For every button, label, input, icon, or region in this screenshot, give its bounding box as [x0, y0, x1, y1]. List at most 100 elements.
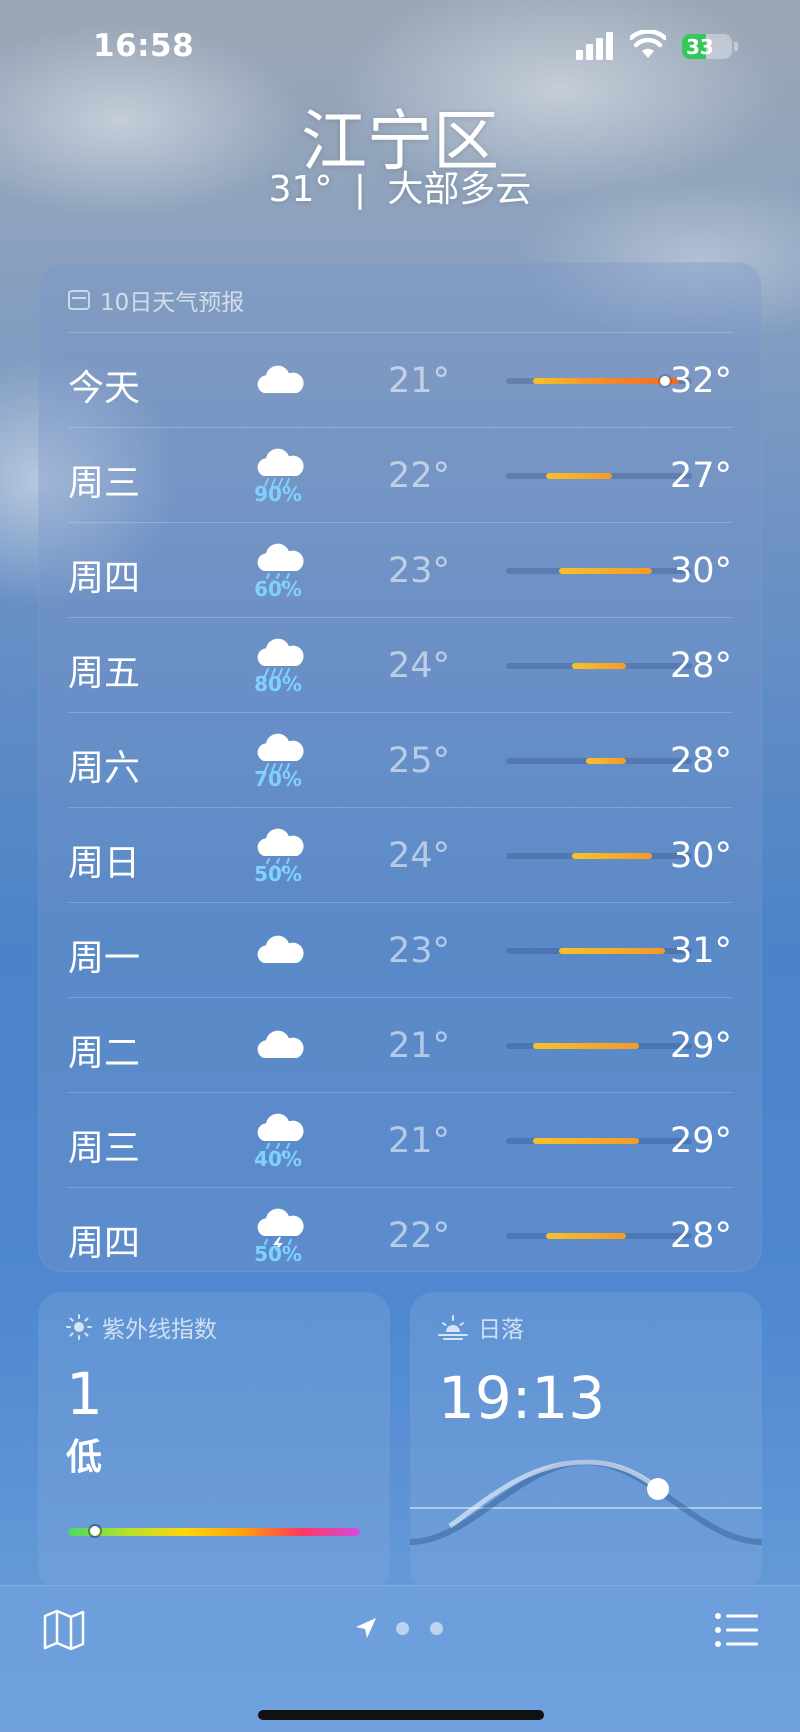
temp-range-bar	[532, 1043, 639, 1049]
precip-chance: 40%	[254, 1147, 302, 1171]
low-temp: 24°	[388, 836, 451, 876]
high-temp: 30°	[669, 836, 732, 876]
temp-range-bar	[559, 568, 653, 574]
uv-scale-bar	[68, 1528, 360, 1536]
forecast-row[interactable]: 周三 90% 22° 27°	[68, 427, 732, 522]
current-temp-dot	[660, 376, 671, 386]
high-temp: 28°	[669, 646, 732, 686]
page-dot-1[interactable]	[396, 1622, 409, 1635]
high-temp: 28°	[669, 741, 732, 781]
page-dot-2[interactable]	[430, 1622, 443, 1635]
battery-icon: 33	[682, 34, 732, 59]
cloud-icon	[243, 929, 313, 989]
current-temperature: 31°	[268, 169, 333, 210]
low-temp: 22°	[388, 1216, 451, 1256]
temp-range-track	[506, 663, 692, 669]
temp-range-bar	[572, 853, 653, 859]
home-indicator	[258, 1710, 544, 1720]
precip-chance: 50%	[254, 1242, 302, 1266]
status-time: 16:58	[93, 28, 195, 64]
calendar-icon	[68, 290, 90, 310]
low-temp: 23°	[388, 551, 451, 591]
forecast-day: 周四	[68, 1223, 141, 1264]
temp-range-bar	[532, 378, 679, 384]
precip-chance: 60%	[254, 577, 302, 601]
cloud-icon	[243, 1024, 313, 1084]
temp-range-track	[506, 948, 692, 954]
forecast-day: 周五	[68, 653, 141, 694]
forecast-row[interactable]: 周二 21° 29°	[68, 997, 732, 1092]
forecast-row[interactable]: 周五 80% 24° 28°	[68, 617, 732, 712]
temp-range-track	[506, 1233, 692, 1239]
bottom-toolbar	[0, 1585, 800, 1732]
summary-separator: |	[353, 169, 366, 210]
high-temp: 30°	[669, 551, 732, 591]
temp-range-track	[506, 1043, 692, 1049]
forecast-row[interactable]: 今天 21° 32°	[68, 332, 732, 427]
temp-range-track	[506, 853, 692, 859]
forecast-title: 10日天气预报	[100, 290, 245, 316]
forecast-row[interactable]: 周四 50% 22° 28°	[68, 1187, 732, 1282]
temp-range-track	[506, 758, 692, 764]
wifi-icon	[630, 30, 666, 58]
forecast-row[interactable]: 周日 50% 24° 30°	[68, 807, 732, 902]
high-temp: 31°	[669, 931, 732, 971]
forecast-rows: 今天 21° 32° 周三 90% 22° 27° 周四 60% 23° 30° 周五 80% 24° 28…	[68, 332, 732, 1282]
temp-range-track	[506, 473, 692, 479]
cloud-drizzle-icon: 40%	[243, 1107, 313, 1171]
sunset-icon	[438, 1315, 468, 1340]
temp-range-track	[506, 1138, 692, 1144]
forecast-day: 周日	[68, 843, 141, 884]
low-temp: 24°	[388, 646, 451, 686]
uv-indicator	[89, 1526, 100, 1536]
temp-range-bar	[545, 1233, 626, 1239]
forecast-row[interactable]: 周六 70% 25° 28°	[68, 712, 732, 807]
forecast-day: 今天	[68, 368, 141, 409]
sun-path-graph	[410, 1458, 762, 1545]
forecast-day: 周六	[68, 748, 141, 789]
temp-range-track	[506, 376, 692, 386]
sun-icon	[66, 1314, 92, 1340]
high-temp: 29°	[669, 1026, 732, 1066]
sunset-header: 日落	[438, 1310, 524, 1344]
cloud-rain-icon: 90%	[243, 442, 313, 506]
map-icon[interactable]	[42, 1608, 86, 1652]
temp-range-track	[506, 568, 692, 574]
low-temp: 22°	[388, 456, 451, 496]
sunset-card[interactable]: 日落 19:13	[410, 1292, 762, 1592]
sun-position-marker	[647, 1478, 669, 1500]
forecast-row[interactable]: 周一 23° 31°	[68, 902, 732, 997]
forecast-day: 周一	[68, 938, 141, 979]
forecast-day: 周四	[68, 558, 141, 599]
location-arrow-icon[interactable]	[354, 1616, 378, 1640]
low-temp: 21°	[388, 1121, 451, 1161]
low-temp: 21°	[388, 361, 451, 401]
current-condition: 大部多云	[387, 169, 532, 210]
temp-range-bar	[572, 663, 626, 669]
uv-title: 紫外线指数	[102, 1317, 217, 1343]
cellular-signal-icon	[576, 32, 613, 60]
forecast-day: 周三	[68, 463, 141, 504]
forecast-row[interactable]: 周三 40% 21° 29°	[68, 1092, 732, 1187]
current-summary: 31° | 大部多云	[0, 160, 800, 212]
uv-index-card[interactable]: 紫外线指数 1 低	[38, 1292, 390, 1592]
uv-level: 低	[66, 1437, 103, 1478]
high-temp: 32°	[669, 361, 732, 401]
temp-range-bar	[532, 1138, 639, 1144]
high-temp: 27°	[669, 456, 732, 496]
forecast-row[interactable]: 周四 60% 23° 30°	[68, 522, 732, 617]
uv-header: 紫外线指数	[66, 1310, 217, 1344]
cloud-drizzle-icon: 50%	[243, 822, 313, 886]
battery-level: 33	[686, 35, 714, 59]
cloud-rain-icon: 80%	[243, 632, 313, 696]
forecast-day: 周三	[68, 1128, 141, 1169]
precip-chance: 90%	[254, 482, 302, 506]
precip-chance: 80%	[254, 672, 302, 696]
list-icon[interactable]	[714, 1610, 760, 1650]
ten-day-forecast-card[interactable]: 10日天气预报 今天 21° 32° 周三 90% 22° 27° 周四 60% 23° 30° 周五…	[38, 262, 762, 1272]
temp-range-bar	[545, 473, 613, 479]
uv-value: 1	[66, 1360, 103, 1428]
cloud-bolt-icon: 50%	[243, 1202, 313, 1266]
low-temp: 23°	[388, 931, 451, 971]
high-temp: 28°	[669, 1216, 732, 1256]
